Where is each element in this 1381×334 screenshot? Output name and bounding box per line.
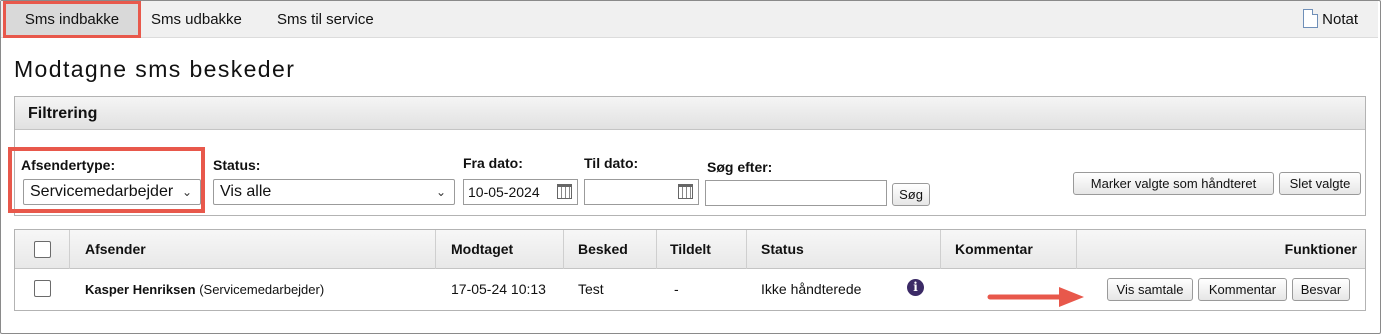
mark-handled-button[interactable]: Marker valgte som håndteret	[1073, 172, 1274, 195]
delete-selected-button[interactable]: Slet valgte	[1279, 172, 1361, 195]
column-received[interactable]: Modtaget	[451, 230, 513, 269]
column-functions: Funktioner	[1284, 241, 1357, 257]
document-icon	[1303, 9, 1319, 28]
tab-sms-to-service[interactable]: Sms til service	[277, 1, 374, 38]
status-cell: Ikke håndterede	[761, 281, 862, 297]
select-all-checkbox[interactable]	[34, 241, 51, 258]
info-icon[interactable]: i	[907, 279, 924, 296]
from-date-value: 10-05-2024	[468, 184, 540, 200]
row-checkbox[interactable]	[34, 280, 51, 297]
page-title: Modtagne sms beskeder	[14, 56, 296, 82]
assigned-cell: -	[674, 281, 679, 297]
reply-button[interactable]: Besvar	[1292, 278, 1350, 301]
status-value: Vis alle	[220, 183, 272, 200]
table-header: Afsender Modtaget Besked Tildelt Status …	[15, 230, 1365, 269]
filter-panel: Filtrering Afsendertype: Servicemedarbej…	[8, 96, 1366, 216]
to-date-label: Til dato:	[584, 155, 639, 171]
calendar-icon[interactable]	[557, 184, 572, 199]
column-message[interactable]: Besked	[578, 230, 628, 269]
notat-link[interactable]: Notat	[1303, 9, 1358, 31]
arrow-right-icon	[987, 287, 1084, 307]
sender-role: (Servicemedarbejder)	[199, 282, 325, 297]
sender-type-label: Afsendertype:	[21, 157, 116, 173]
message-cell: Test	[578, 281, 604, 297]
column-sender[interactable]: Afsender	[85, 230, 146, 269]
column-assigned[interactable]: Tildelt	[670, 230, 711, 269]
status-select[interactable]: Vis alle ⌄	[213, 179, 455, 205]
received-cell: 17-05-24 10:13	[451, 281, 546, 297]
sender-name: Kasper Henriksen	[85, 282, 196, 297]
sender-type-value: Servicemedarbejder	[30, 183, 174, 200]
sender-cell: Kasper Henriksen (Servicemedarbejder)	[85, 269, 324, 310]
from-date-field[interactable]: 10-05-2024	[463, 179, 578, 205]
filter-heading: Filtrering	[15, 97, 1365, 130]
column-status[interactable]: Status	[761, 230, 804, 269]
to-date-field[interactable]	[584, 179, 699, 205]
column-comment[interactable]: Kommentar	[955, 230, 1033, 269]
notat-label: Notat	[1322, 11, 1358, 28]
table-row: Kasper Henriksen (Servicemedarbejder) 17…	[15, 269, 1365, 310]
view-conversation-button[interactable]: Vis samtale	[1107, 278, 1193, 301]
messages-table: Afsender Modtaget Besked Tildelt Status …	[14, 229, 1366, 311]
search-label: Søg efter:	[707, 159, 773, 175]
comment-button[interactable]: Kommentar	[1198, 278, 1287, 301]
chevron-down-icon: ⌄	[181, 185, 192, 199]
tab-sms-inbox[interactable]: Sms indbakke	[3, 1, 141, 38]
calendar-icon[interactable]	[678, 184, 693, 199]
search-input[interactable]	[705, 180, 887, 206]
tab-bar: Sms indbakke Sms udbakke Sms til service…	[1, 1, 1378, 38]
sender-type-select[interactable]: Servicemedarbejder ⌄	[23, 179, 201, 205]
tab-sms-outbox[interactable]: Sms udbakke	[151, 1, 242, 38]
status-label: Status:	[213, 157, 261, 173]
chevron-down-icon: ⌄	[435, 185, 446, 199]
search-button[interactable]: Søg	[892, 183, 930, 206]
from-date-label: Fra dato:	[463, 155, 523, 171]
